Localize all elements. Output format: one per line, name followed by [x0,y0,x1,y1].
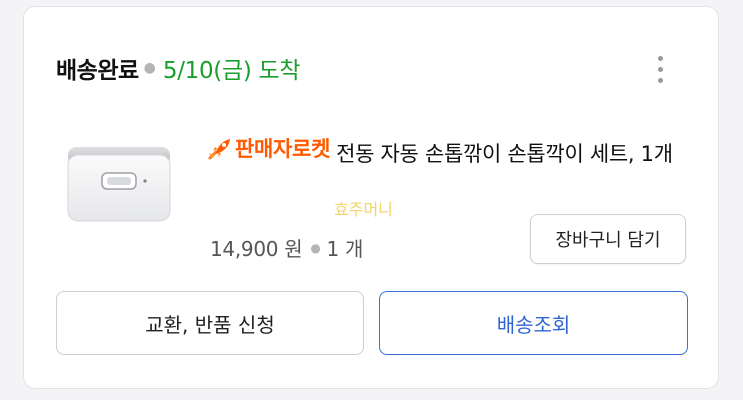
product-title[interactable]: 판매자로켓 전동 자동 손톱깎이 손톱깍이 세트, 1개 [207,129,687,174]
order-header: 배송완료 ● 5/10(금) 도착 [56,51,301,85]
track-delivery-button[interactable]: 배송조회 [379,291,688,355]
add-to-cart-button[interactable]: 장바구니 담기 [530,214,686,264]
order-card: 배송완료 ● 5/10(금) 도착 판매자로켓 전동 자동 손톱깎이 손톱깍이 … [23,6,719,389]
more-options-icon[interactable] [650,47,670,91]
product-quantity: 1 개 [326,237,364,261]
product-image[interactable] [64,137,174,227]
rocket-icon [208,139,230,160]
arrival-date: 5/10(금) 도착 [162,58,301,84]
badge-label: 판매자로켓 [235,137,331,161]
seller-rocket-badge: 판매자로켓 [207,129,330,169]
watermark: 효주머니 [334,200,393,219]
delivery-status: 배송완료 [56,58,139,84]
product-price: 14,900 원 [210,237,303,261]
separator-dot: ● [310,240,321,255]
separator-dot: ● [143,60,156,76]
product-name: 전동 자동 손톱깎이 손톱깍이 세트, 1개 [336,142,673,166]
price-row: 14,900 원 ● 1 개 [210,233,363,262]
exchange-return-button[interactable]: 교환, 반품 신청 [56,291,364,355]
